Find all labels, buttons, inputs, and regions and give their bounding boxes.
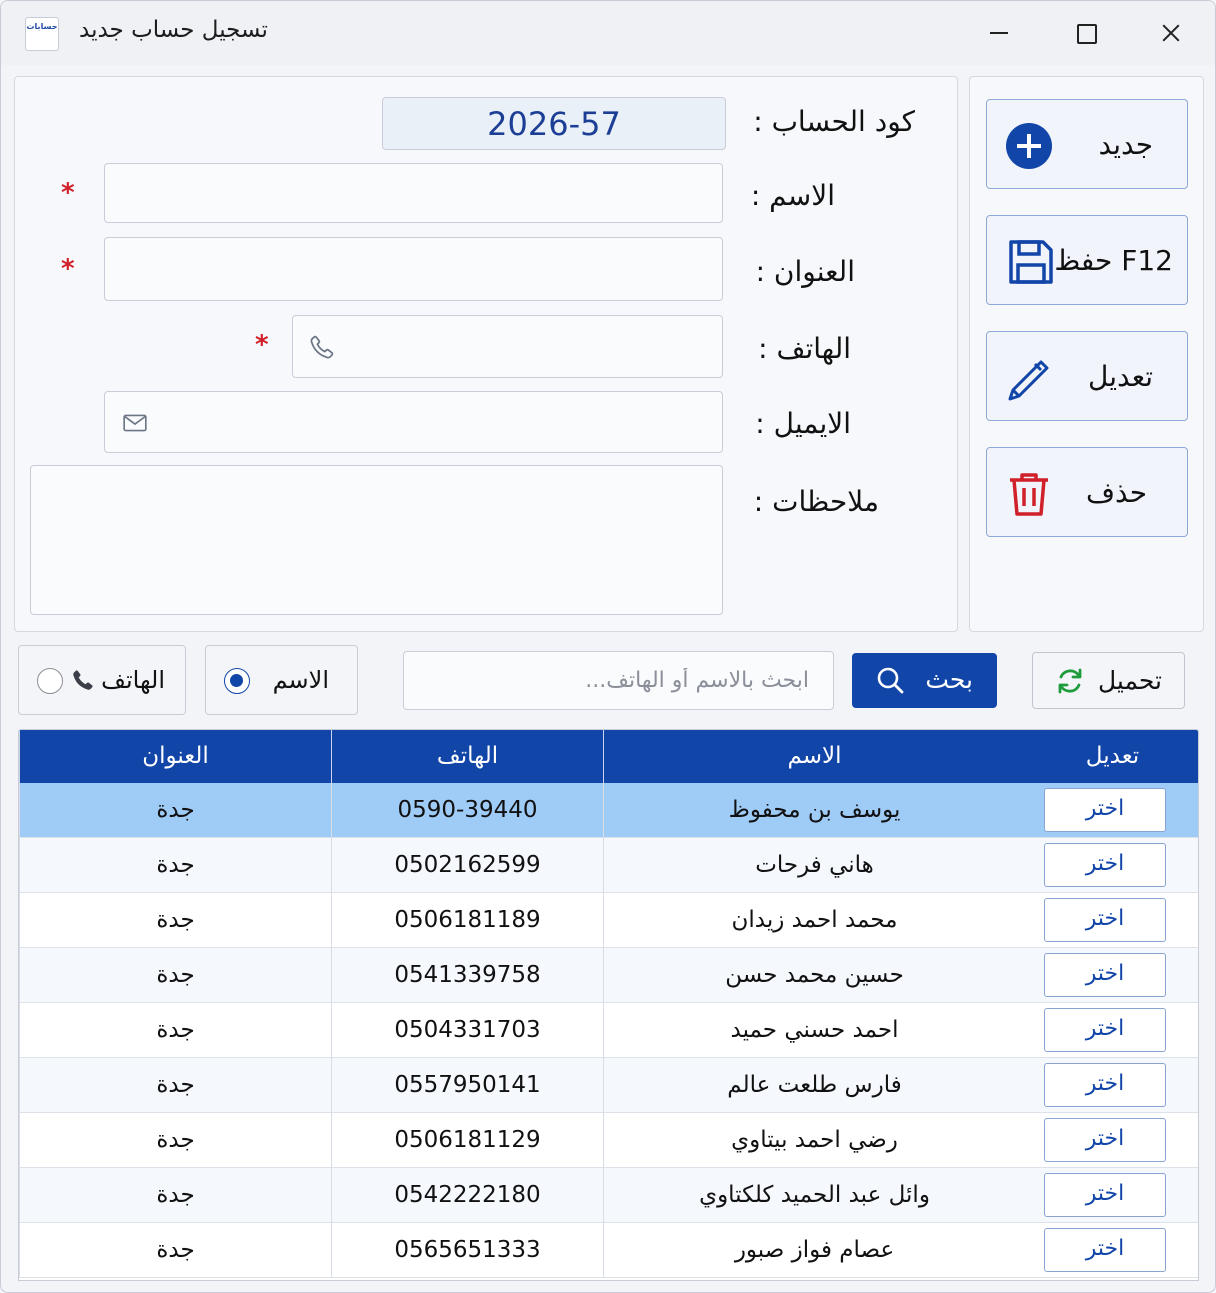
select-row-button[interactable]: اختر	[1044, 1118, 1166, 1162]
actions-panel: جديد F12 حفظ تعديل حذف	[969, 76, 1204, 632]
account-registration-window: حسابات تسجيل حساب جديد كود الحساب : 2026…	[0, 0, 1216, 1293]
name-cell: يوسف بن محفوظ	[603, 783, 1025, 838]
address-cell: جدة	[19, 1168, 331, 1223]
name-cell: رضي احمد بيتاوي	[603, 1113, 1025, 1168]
phone-required-mark: *	[255, 330, 269, 360]
name-cell: احمد حسني حميد	[603, 1003, 1025, 1058]
title-bar: حسابات تسجيل حساب جديد	[1, 1, 1215, 65]
save-button-label: F12 حفظ	[1054, 244, 1173, 277]
floppy-disk-icon	[1009, 240, 1053, 284]
search-by-phone-label: الهاتف	[101, 666, 165, 694]
name-cell: وائل عبد الحميد كلكتاوي	[603, 1168, 1025, 1223]
magnifier-icon	[877, 667, 904, 694]
select-row-button[interactable]: اختر	[1044, 788, 1166, 832]
address-required-mark: *	[61, 254, 75, 284]
accounts-table: تعديل الاسم الهاتف العنوان اختر يوسف بن م…	[18, 729, 1199, 1281]
address-cell: جدة	[19, 893, 331, 948]
refresh-icon	[1058, 668, 1082, 694]
name-cell: محمد احمد زيدان	[603, 893, 1025, 948]
address-cell: جدة	[19, 1058, 331, 1113]
search-by-phone-option[interactable]: الهاتف	[18, 645, 186, 715]
phone-cell: 0565651333	[331, 1223, 603, 1278]
maximize-button[interactable]	[1065, 15, 1105, 51]
minimize-button[interactable]	[979, 15, 1019, 51]
search-input[interactable]	[403, 651, 834, 710]
search-by-name-label: الاسم	[272, 666, 329, 694]
phone-cell: 0502162599	[331, 838, 603, 893]
notes-textarea[interactable]	[30, 465, 723, 615]
table-row[interactable]: اختر وائل عبد الحميد كلكتاوي 0542222180 جدة	[19, 1168, 1198, 1223]
column-header-name: الاسم	[603, 730, 1025, 783]
account-form-panel: كود الحساب : 2026-57 الاسم : * العنوان :…	[14, 76, 958, 632]
phone-icon	[73, 670, 93, 690]
search-by-phone-radio[interactable]	[37, 668, 63, 694]
save-button[interactable]: F12 حفظ	[986, 215, 1188, 305]
search-by-name-option[interactable]: الاسم	[205, 645, 358, 715]
edit-button[interactable]: تعديل	[986, 331, 1188, 421]
column-header-address: العنوان	[19, 730, 331, 783]
column-header-phone: الهاتف	[331, 730, 603, 783]
name-input[interactable]	[104, 163, 723, 223]
name-cell: حسين محمد حسن	[603, 948, 1025, 1003]
plus-circle-icon	[1006, 123, 1052, 169]
select-row-button[interactable]: اختر	[1044, 1228, 1166, 1272]
phone-icon	[310, 335, 334, 359]
table-row[interactable]: اختر حسين محمد حسن 0541339758 جدة	[19, 948, 1198, 1003]
select-row-button[interactable]: اختر	[1044, 1008, 1166, 1052]
table-row[interactable]: اختر فارس طلعت عالم 0557950141 جدة	[19, 1058, 1198, 1113]
table-row[interactable]: اختر يوسف بن محفوظ 0590-39440 جدة	[19, 783, 1198, 838]
search-by-name-radio[interactable]	[224, 668, 250, 694]
edit-button-label: تعديل	[1088, 360, 1153, 393]
mail-icon	[123, 414, 147, 432]
phone-cell: 0506181189	[331, 893, 603, 948]
phone-cell: 0590-39440	[331, 783, 603, 838]
name-cell: فارس طلعت عالم	[603, 1058, 1025, 1113]
table-row[interactable]: اختر محمد احمد زيدان 0506181189 جدة	[19, 893, 1198, 948]
delete-button[interactable]: حذف	[986, 447, 1188, 537]
phone-cell: 0541339758	[331, 948, 603, 1003]
window-title: تسجيل حساب جديد	[79, 17, 268, 43]
name-required-mark: *	[61, 178, 75, 208]
table-row[interactable]: اختر عصام فواز صبور 0565651333 جدة	[19, 1223, 1198, 1278]
select-row-button[interactable]: اختر	[1044, 898, 1166, 942]
address-cell: جدة	[19, 783, 331, 838]
select-row-button[interactable]: اختر	[1044, 1173, 1166, 1217]
address-cell: جدة	[19, 1223, 331, 1278]
account-code-field: 2026-57	[382, 97, 726, 150]
search-button[interactable]: بحث	[852, 653, 997, 708]
table-row[interactable]: اختر رضي احمد بيتاوي 0506181129 جدة	[19, 1113, 1198, 1168]
name-cell: هاني فرحات	[603, 838, 1025, 893]
phone-cell: 0506181129	[331, 1113, 603, 1168]
close-button[interactable]	[1151, 15, 1191, 51]
account-code-label: كود الحساب :	[753, 105, 915, 138]
search-button-label: بحث	[925, 665, 973, 694]
table-row[interactable]: اختر احمد حسني حميد 0504331703 جدة	[19, 1003, 1198, 1058]
phone-input[interactable]	[292, 315, 723, 378]
trash-icon	[1010, 473, 1048, 516]
select-row-button[interactable]: اختر	[1044, 953, 1166, 997]
column-header-edit: تعديل	[1085, 743, 1140, 769]
pencil-icon	[1008, 360, 1049, 401]
name-cell: عصام فواز صبور	[603, 1223, 1025, 1278]
load-button[interactable]: تحميل	[1032, 652, 1185, 709]
address-cell: جدة	[19, 948, 331, 1003]
select-row-button[interactable]: اختر	[1044, 843, 1166, 887]
new-button-label: جديد	[1098, 128, 1154, 161]
select-row-button[interactable]: اختر	[1044, 1063, 1166, 1107]
address-cell: جدة	[19, 1003, 331, 1058]
new-button[interactable]: جديد	[986, 99, 1188, 189]
phone-cell: 0557950141	[331, 1058, 603, 1113]
phone-cell: 0542222180	[331, 1168, 603, 1223]
table-row[interactable]: اختر هاني فرحات 0502162599 جدة	[19, 838, 1198, 893]
load-button-label: تحميل	[1097, 666, 1162, 695]
email-input[interactable]	[104, 391, 723, 453]
notes-label: ملاحظات :	[753, 485, 879, 518]
address-cell: جدة	[19, 838, 331, 893]
app-logo-icon: حسابات	[25, 17, 59, 51]
table-header: تعديل الاسم الهاتف العنوان	[19, 730, 1198, 783]
delete-button-label: حذف	[1085, 476, 1147, 509]
phone-cell: 0504331703	[331, 1003, 603, 1058]
address-input[interactable]	[104, 237, 723, 301]
address-cell: جدة	[19, 1113, 331, 1168]
